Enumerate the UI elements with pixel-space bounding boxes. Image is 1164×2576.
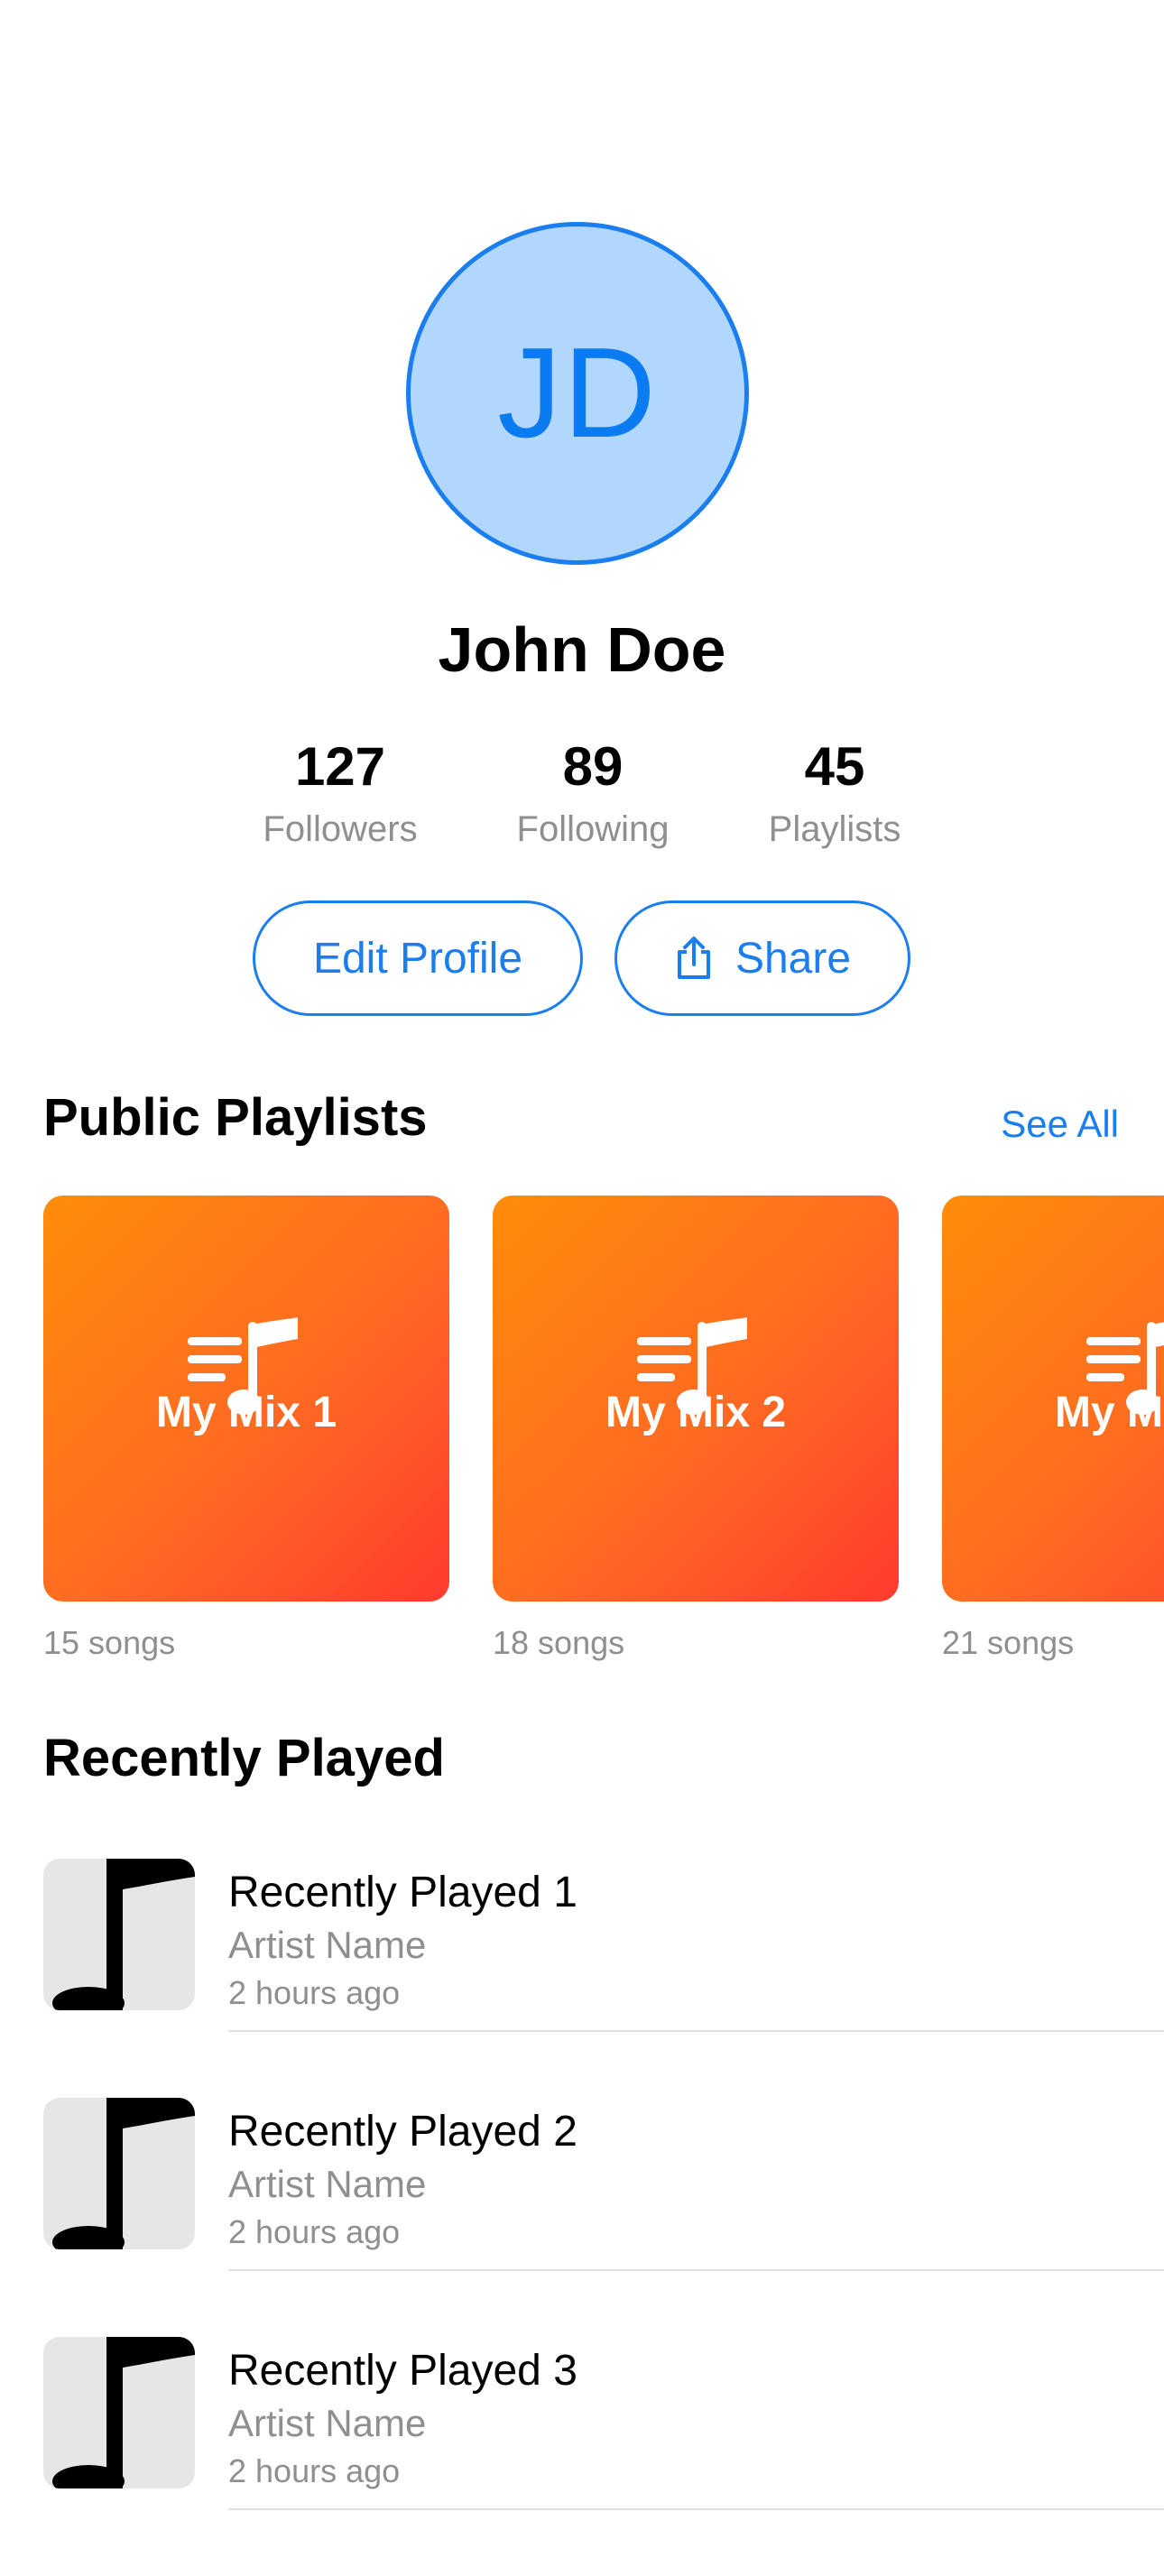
playlist-card[interactable]: My Mix 3: [942, 1196, 1164, 1602]
track-artwork: [43, 1859, 195, 2010]
playlist-song-count: 18 songs: [493, 1624, 625, 1661]
playlist-title: My Mix 2: [605, 1389, 787, 1436]
playlist-carousel[interactable]: My Mix 1 15 songs My Mix 2 18 songs My M…: [0, 1196, 1164, 1665]
edit-profile-button[interactable]: Edit Profile: [253, 900, 583, 1016]
music-note-icon: [52, 2098, 195, 2249]
track-title: Recently Played 1: [228, 1869, 577, 1916]
playlist-card[interactable]: My Mix 1: [43, 1196, 449, 1602]
stat-label: Following: [516, 809, 670, 849]
playlist-song-count: 15 songs: [43, 1624, 176, 1661]
stat-value: 127: [294, 736, 386, 797]
track-time: 2 hours ago: [228, 1974, 401, 2011]
stat-value: 89: [562, 736, 624, 797]
divider: [228, 2030, 1164, 2032]
avatar-initials: JD: [497, 321, 658, 465]
share-button[interactable]: Share: [614, 900, 910, 1016]
edit-profile-label: Edit Profile: [312, 934, 523, 983]
stat-followers[interactable]: 127 Followers: [241, 733, 439, 854]
track-artwork: [43, 2098, 195, 2249]
stat-following[interactable]: 89 Following: [494, 733, 692, 854]
stat-value: 45: [804, 736, 865, 797]
profile-name: John Doe: [438, 614, 726, 685]
track-artwork: [43, 2337, 195, 2488]
music-note-icon: [52, 2337, 195, 2488]
list-item[interactable]: Recently Played 3 Artist Name 2 hours ag…: [0, 2337, 1164, 2576]
public-playlists-title: Public Playlists: [43, 1088, 428, 1147]
stat-label: Playlists: [768, 809, 901, 849]
track-title: Recently Played 3: [228, 2347, 577, 2395]
music-note-icon: [52, 1859, 195, 2010]
track-title: Recently Played 2: [228, 2108, 577, 2156]
list-item[interactable]: Recently Played 2 Artist Name 2 hours ag…: [0, 2098, 1164, 2337]
stat-playlists[interactable]: 45 Playlists: [735, 733, 934, 854]
list-item[interactable]: Recently Played 1 Artist Name 2 hours ag…: [0, 1859, 1164, 2098]
share-icon: [677, 937, 710, 979]
divider: [228, 2508, 1164, 2510]
playlist-title: My Mix 1: [155, 1389, 337, 1436]
track-artist: Artist Name: [228, 2402, 427, 2444]
track-time: 2 hours ago: [228, 2452, 401, 2489]
divider: [228, 2269, 1164, 2271]
see-all-link[interactable]: See All: [1001, 1103, 1119, 1146]
track-artist: Artist Name: [228, 2163, 427, 2205]
share-label: Share: [734, 934, 852, 983]
playlist-title: My Mix 3: [1054, 1389, 1164, 1436]
track-artist: Artist Name: [228, 1924, 427, 1966]
track-time: 2 hours ago: [228, 2213, 401, 2250]
playlist-card[interactable]: My Mix 2: [493, 1196, 899, 1602]
avatar[interactable]: JD: [406, 222, 749, 565]
recently-played-title: Recently Played: [43, 1729, 445, 1787]
stat-label: Followers: [263, 809, 418, 849]
playlist-song-count: 21 songs: [942, 1624, 1075, 1661]
